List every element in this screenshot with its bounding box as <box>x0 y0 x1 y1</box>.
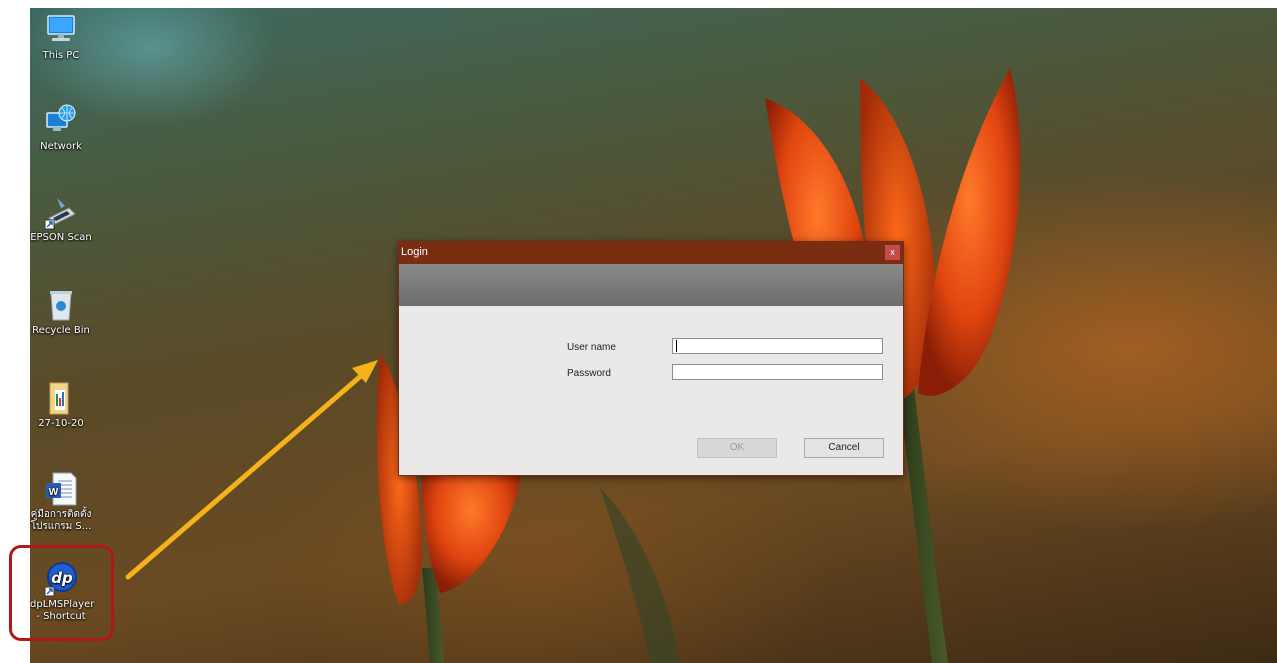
desktop-icon-this-pc[interactable]: This PC <box>30 12 92 62</box>
desktop-icon-folder-27-10-20[interactable]: 27-10-20 <box>30 380 92 430</box>
password-label: Password <box>567 368 611 379</box>
close-icon: x <box>890 247 895 257</box>
dialog-titlebar[interactable]: Login x <box>399 242 903 264</box>
desktop-icon-label: คู่มือการติดตั้ง โปรแกรม S... <box>30 509 92 532</box>
network-icon <box>46 104 76 131</box>
desktop-icon-label: 27-10-20 <box>38 418 84 429</box>
desktop-icon-network[interactable]: Network <box>30 103 92 153</box>
dialog-banner <box>399 264 903 306</box>
this-pc-icon <box>47 15 75 41</box>
folder-icon <box>49 382 69 415</box>
svg-text:W: W <box>49 487 59 498</box>
login-dialog: Login x User name Password OK Cancel <box>398 241 904 476</box>
username-input[interactable] <box>672 338 883 354</box>
desktop-icon-epson-scan[interactable]: EPSON Scan <box>30 194 92 244</box>
text-caret <box>676 340 677 352</box>
epson-scan-icon <box>44 198 76 230</box>
desktop-icon-recycle-bin[interactable]: Recycle Bin <box>30 287 92 337</box>
highlight-box <box>9 545 114 641</box>
username-label: User name <box>567 342 616 353</box>
dialog-title: Login <box>401 246 428 258</box>
password-input[interactable] <box>672 364 883 380</box>
cancel-button[interactable]: Cancel <box>804 438 884 458</box>
desktop-icon-label: Network <box>40 141 82 152</box>
ok-button[interactable]: OK <box>697 438 777 458</box>
desktop-icon-label: This PC <box>42 50 80 61</box>
desktop-icon-word-document[interactable]: W คู่มือการติดตั้ง โปรแกรม S... <box>30 471 92 533</box>
desktop-icon-label: Recycle Bin <box>32 325 90 336</box>
recycle-bin-icon <box>50 291 72 321</box>
close-button[interactable]: x <box>885 245 900 260</box>
word-document-icon: W <box>46 472 77 506</box>
desktop-icon-label: EPSON Scan <box>30 232 92 243</box>
